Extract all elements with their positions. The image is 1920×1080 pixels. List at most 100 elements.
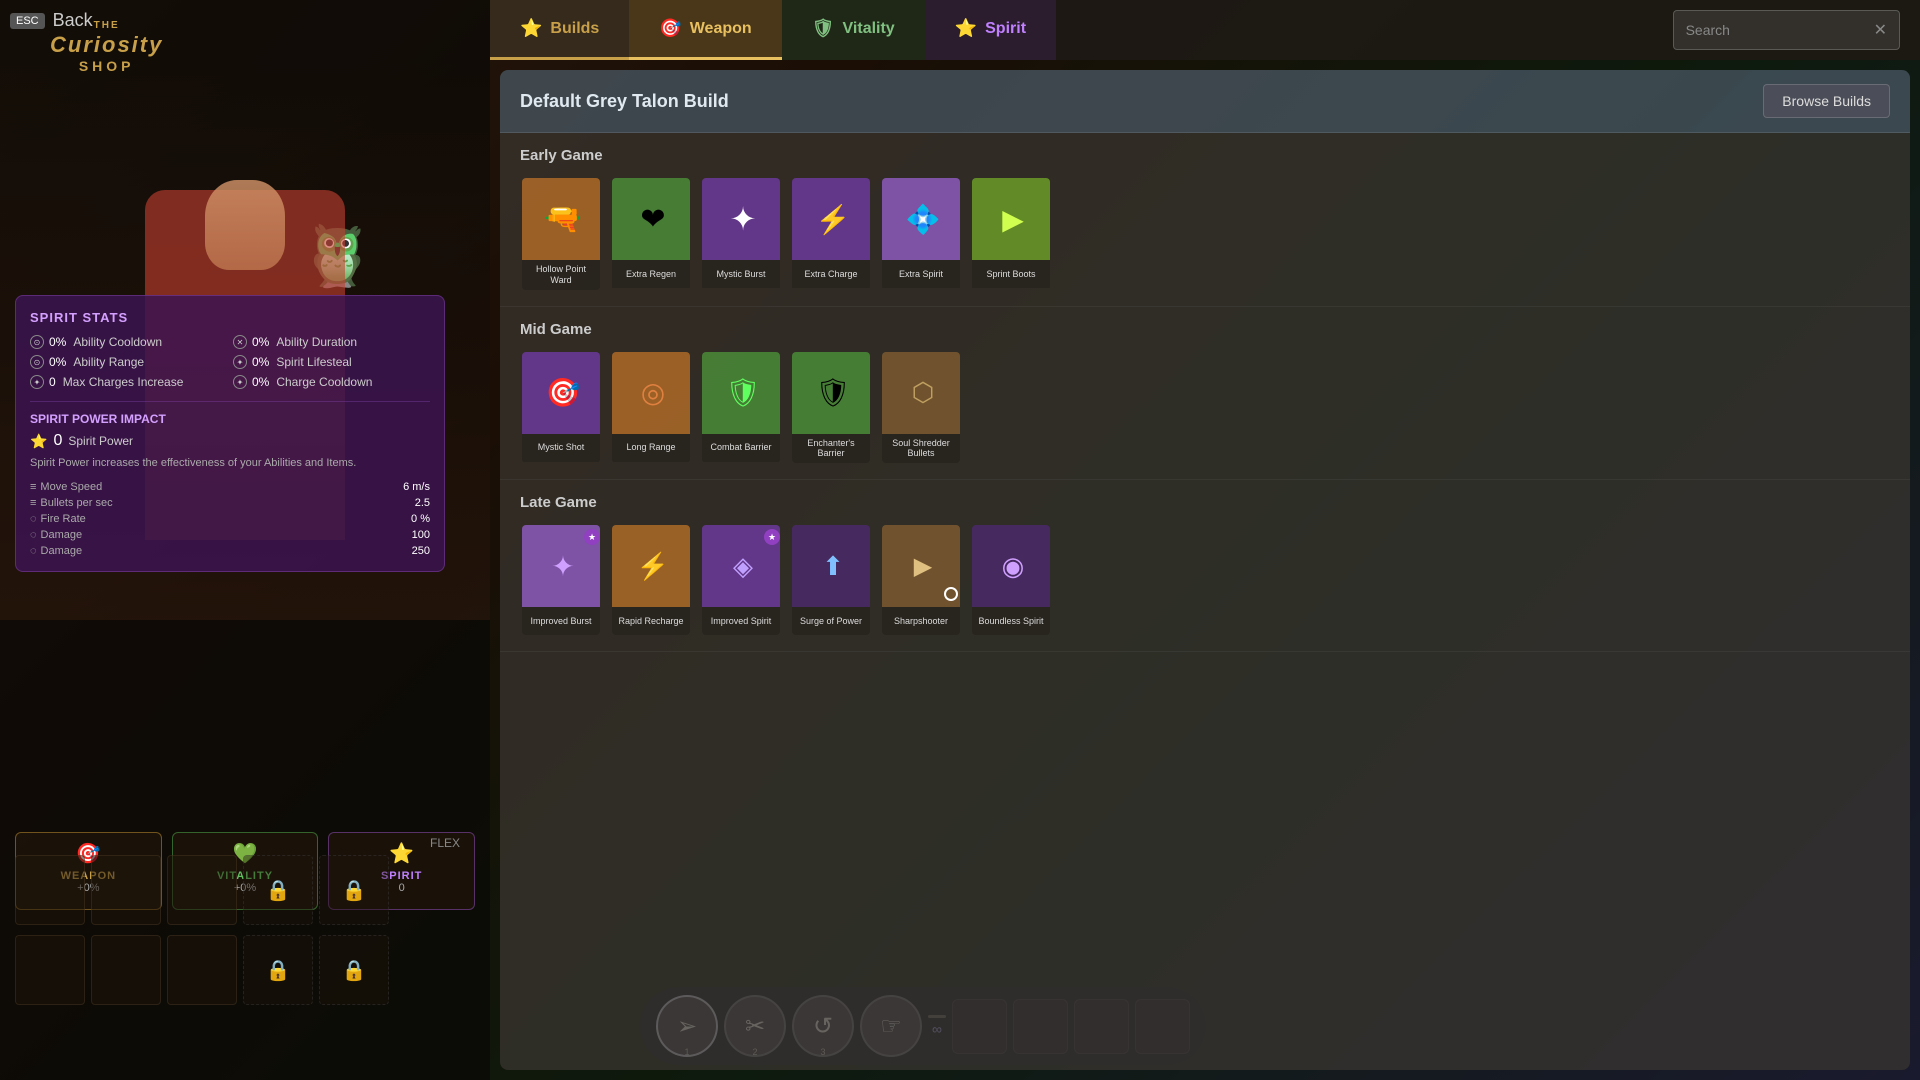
- item-rapid-recharge[interactable]: ⚡ Rapid Recharge: [610, 523, 692, 637]
- early-game-section: Early Game 🔫 Hollow Point Ward ❤ Extra R…: [500, 133, 1910, 307]
- move-speed-label: ≡ Move Speed: [30, 481, 399, 493]
- charge-cd-val: 0%: [252, 375, 269, 389]
- charges-label: Max Charges Increase: [63, 375, 184, 389]
- spirit-slot-2: [91, 935, 161, 1005]
- mystic-burst-name: Mystic Burst: [702, 260, 780, 288]
- item-mystic-burst[interactable]: ✦ Mystic Burst: [700, 176, 782, 292]
- tab-builds[interactable]: ⭐ Builds: [490, 0, 629, 60]
- item-extra-regen[interactable]: ❤ Extra Regen: [610, 176, 692, 292]
- long-range-icon-area: ◎: [612, 352, 692, 434]
- lifesteal-val: 0%: [252, 355, 269, 369]
- late-game-title: Late Game: [520, 494, 1890, 511]
- stat-max-charges: ✦ 0 Max Charges Increase: [30, 375, 227, 389]
- late-game-section: Late Game ✦ ★ Improved Burst ⚡ Rapid Rec…: [500, 480, 1910, 652]
- improved-spirit-name: Improved Spirit: [702, 607, 780, 635]
- improved-burst-icon-area: ✦ ★: [522, 525, 602, 607]
- surge-icon: ⬆: [822, 551, 844, 582]
- improved-burst-name: Improved Burst: [522, 607, 600, 635]
- mid-game-section: Mid Game 🎯 Mystic Shot ◎ Long Range: [500, 307, 1910, 481]
- item-combat-barrier[interactable]: 🛡 Combat Barrier: [700, 350, 782, 466]
- item-improved-spirit[interactable]: ◈ ★ Improved Spirit: [700, 523, 782, 637]
- browse-builds-button[interactable]: Browse Builds: [1763, 84, 1890, 118]
- early-game-items: 🔫 Hollow Point Ward ❤ Extra Regen ✦: [520, 176, 1890, 292]
- weapon-slot-locked-2: 🔒: [319, 855, 389, 925]
- spirit-tab-icon: ⭐: [955, 18, 977, 39]
- mid-game-title: Mid Game: [520, 321, 1890, 338]
- spirit-stats-panel: SPIRIT STATS ⊙ 0% Ability Cooldown ✕ 0% …: [15, 295, 445, 572]
- lifesteal-icon: ✦: [233, 355, 247, 369]
- spirit-power-row: ⭐ 0 Spirit Power: [30, 432, 430, 450]
- search-close-icon[interactable]: ✕: [1874, 20, 1887, 40]
- item-soul-shredder-bullets[interactable]: ⬡ Soul Shredder Bullets: [880, 350, 962, 466]
- hollow-point-name: Hollow Point Ward: [522, 260, 600, 290]
- sprint-boots-icon-area: ▶: [972, 178, 1052, 260]
- damage1-val: 100: [403, 529, 430, 541]
- item-sharpshooter[interactable]: ▶ Sharpshooter: [880, 523, 962, 637]
- item-enchanters-barrier[interactable]: 🛡 Enchanter's Barrier: [790, 350, 872, 466]
- search-box[interactable]: ✕: [1673, 10, 1900, 50]
- range-label: Ability Range: [73, 355, 144, 369]
- back-button[interactable]: ESC Back: [10, 10, 93, 31]
- stat-spirit-lifesteal: ✦ 0% Spirit Lifesteal: [233, 355, 430, 369]
- sharpshooter-icon: ▶: [914, 552, 932, 581]
- early-game-title: Early Game: [520, 147, 1890, 164]
- boundless-spirit-name: Boundless Spirit: [972, 607, 1050, 635]
- tab-weapon[interactable]: 🎯 Weapon: [629, 0, 781, 60]
- sharpshooter-name: Sharpshooter: [882, 607, 960, 635]
- fire-rate-label: ◌ Fire Rate: [30, 513, 399, 525]
- item-extra-spirit[interactable]: 💠 Extra Spirit: [880, 176, 962, 292]
- item-surge-of-power[interactable]: ⬆ Surge of Power: [790, 523, 872, 637]
- item-hollow-point-ward[interactable]: 🔫 Hollow Point Ward: [520, 176, 602, 292]
- weapon-tab-label: Weapon: [690, 20, 752, 38]
- mystic-shot-icon-area: 🎯: [522, 352, 602, 434]
- weapon-slots: 🔒 🔒: [15, 855, 389, 925]
- duration-val: 0%: [252, 335, 269, 349]
- sprint-boots-name: Sprint Boots: [972, 260, 1050, 288]
- extra-regen-name: Extra Regen: [612, 260, 690, 288]
- stat-ability-duration: ✕ 0% Ability Duration: [233, 335, 430, 349]
- cooldown-label: Ability Cooldown: [73, 335, 162, 349]
- stat-charge-cooldown: ✦ 0% Charge Cooldown: [233, 375, 430, 389]
- mystic-burst-icon-area: ✦: [702, 178, 782, 260]
- weapon-slot-3: [167, 855, 237, 925]
- search-input[interactable]: [1686, 22, 1866, 38]
- lifesteal-label: Spirit Lifesteal: [276, 355, 351, 369]
- duration-label: Ability Duration: [276, 335, 357, 349]
- mid-game-items: 🎯 Mystic Shot ◎ Long Range 🛡 Combat: [520, 350, 1890, 466]
- extra-charge-icon-area: ⚡: [792, 178, 872, 260]
- extra-regen-icon: ❤: [640, 202, 665, 237]
- item-extra-charge[interactable]: ⚡ Extra Charge: [790, 176, 872, 292]
- item-long-range[interactable]: ◎ Long Range: [610, 350, 692, 466]
- late-game-items: ✦ ★ Improved Burst ⚡ Rapid Recharge ◈: [520, 523, 1890, 637]
- long-range-name: Long Range: [612, 434, 690, 462]
- combat-barrier-icon: 🛡: [725, 376, 761, 409]
- mystic-shot-icon: 🎯: [546, 376, 581, 409]
- surge-name: Surge of Power: [792, 607, 870, 635]
- tab-vitality[interactable]: 🛡 Vitality: [782, 0, 925, 60]
- item-sprint-boots[interactable]: ▶ Sprint Boots: [970, 176, 1052, 292]
- item-mystic-shot[interactable]: 🎯 Mystic Shot: [520, 350, 602, 466]
- spirit-power-desc: Spirit Power increases the effectiveness…: [30, 456, 430, 471]
- weapon-tab-icon: 🎯: [659, 18, 681, 39]
- enchanters-barrier-name: Enchanter's Barrier: [792, 434, 870, 464]
- weapon-slot-locked-1: 🔒: [243, 855, 313, 925]
- extra-charge-icon: ⚡: [816, 203, 851, 236]
- build-title: Default Grey Talon Build: [520, 91, 729, 112]
- range-val: 0%: [49, 355, 66, 369]
- item-boundless-spirit[interactable]: ◉ Boundless Spirit: [970, 523, 1052, 637]
- spirit-slots: 🔒 🔒: [15, 935, 389, 1005]
- vitality-tab-label: Vitality: [843, 20, 895, 38]
- cooldown-icon: ⊙: [30, 335, 44, 349]
- spirit-star-icon: ⭐: [30, 433, 47, 450]
- spirit-slot-locked-1: 🔒: [243, 935, 313, 1005]
- extra-spirit-icon: 💠: [906, 203, 941, 236]
- item-improved-burst[interactable]: ✦ ★ Improved Burst: [520, 523, 602, 637]
- sprint-boots-icon: ▶: [1002, 203, 1024, 236]
- tab-spirit[interactable]: ⭐ Spirit: [925, 0, 1056, 60]
- soul-shredder-icon-area: ⬡: [882, 352, 962, 434]
- range-icon: ⊙: [30, 355, 44, 369]
- extra-regen-icon-area: ❤: [612, 178, 692, 260]
- back-label: Back: [53, 10, 93, 31]
- stats-grid: ⊙ 0% Ability Cooldown ✕ 0% Ability Durat…: [30, 335, 430, 389]
- long-range-icon: ◎: [641, 376, 665, 409]
